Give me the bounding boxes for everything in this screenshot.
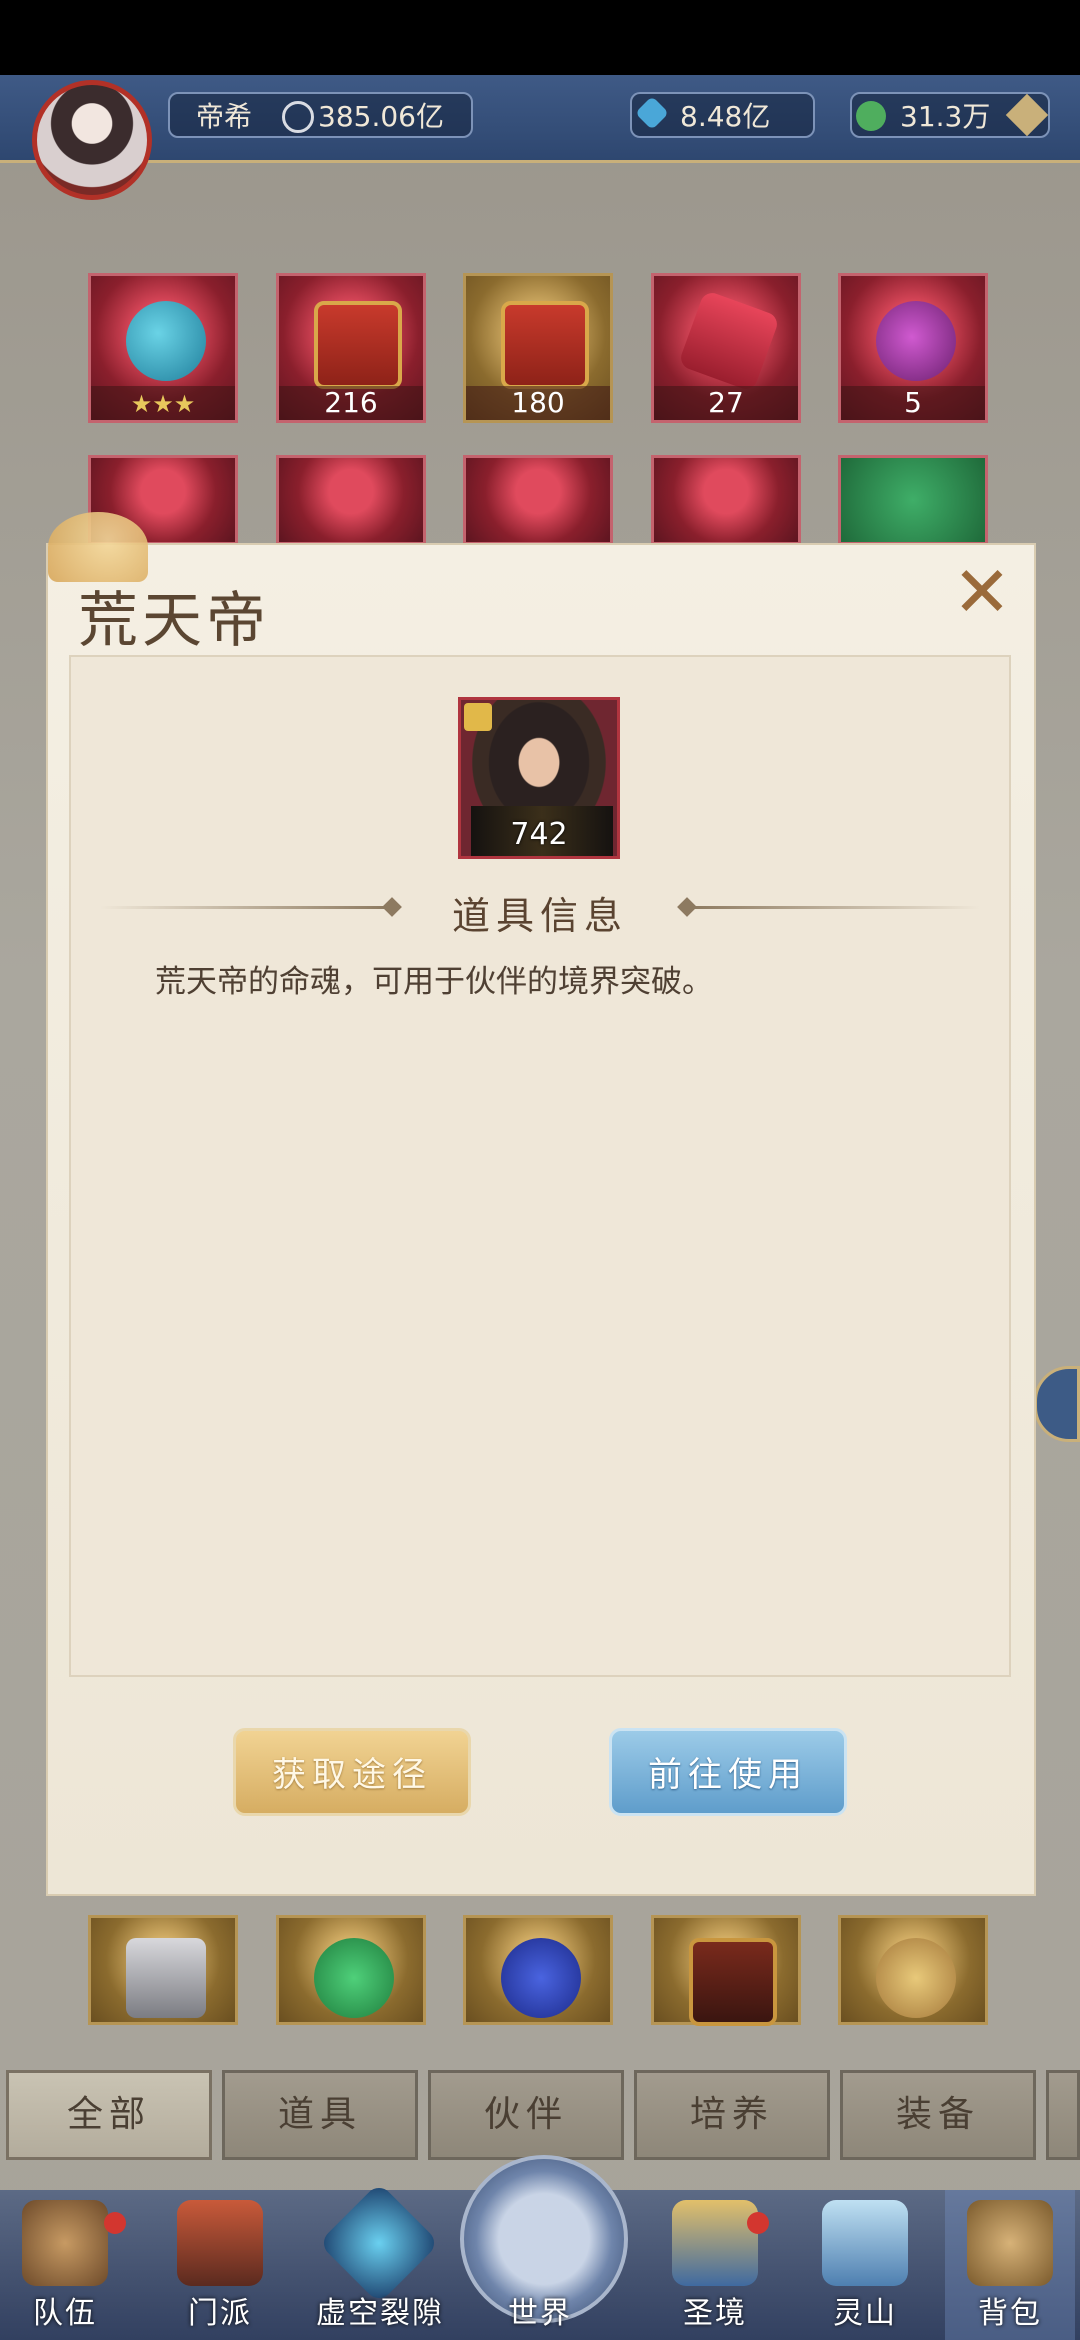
nav-world-label: 世界 bbox=[508, 2296, 572, 2331]
tab-more[interactable] bbox=[1046, 2070, 1080, 2160]
talisman-icon bbox=[677, 289, 781, 393]
blue-vase-icon bbox=[501, 1938, 581, 2018]
inventory-item[interactable] bbox=[276, 455, 426, 545]
inventory-item[interactable] bbox=[463, 1915, 613, 2025]
close-button[interactable]: ✕ bbox=[952, 557, 1012, 627]
item-count: 216 bbox=[279, 386, 423, 420]
divider-right bbox=[690, 906, 980, 909]
gem-pill[interactable]: 8.48亿 bbox=[630, 92, 815, 138]
coin-count: 31.3万 bbox=[900, 100, 991, 133]
tab-partners[interactable]: 伙伴 bbox=[428, 2070, 624, 2160]
item-count: 180 bbox=[466, 386, 610, 420]
chest-icon bbox=[314, 301, 402, 389]
tab-items[interactable]: 道具 bbox=[222, 2070, 418, 2160]
inventory-item[interactable]: 27 bbox=[651, 273, 801, 423]
power-value: 385.06亿 bbox=[318, 100, 444, 133]
sect-temple-icon bbox=[177, 2200, 263, 2286]
tab-cultivation[interactable]: 培养 bbox=[634, 2070, 830, 2160]
mountain-icon bbox=[822, 2200, 908, 2286]
gourd-icon bbox=[126, 301, 206, 381]
add-coin-icon[interactable] bbox=[1005, 93, 1049, 137]
go-use-button[interactable]: 前往使用 bbox=[609, 1728, 847, 1816]
nav-team-label: 队伍 bbox=[33, 2296, 97, 2331]
inventory-item[interactable]: ★★★ bbox=[88, 273, 238, 423]
notification-dot bbox=[747, 2212, 769, 2234]
power-icon bbox=[282, 101, 314, 133]
nav-spirit-mountain[interactable]: 灵山 bbox=[800, 2190, 930, 2340]
team-icon bbox=[22, 2200, 108, 2286]
rift-icon bbox=[318, 2182, 440, 2304]
inventory-item[interactable] bbox=[838, 455, 988, 545]
item-count: 27 bbox=[654, 386, 798, 420]
inventory-item[interactable] bbox=[88, 1915, 238, 2025]
nav-backpack-label: 背包 bbox=[978, 2296, 1042, 2331]
gem-icon bbox=[635, 96, 669, 130]
item-count: 5 bbox=[841, 386, 985, 420]
nav-void-rift-label: 虚空裂隙 bbox=[316, 2296, 444, 2331]
player-avatar[interactable] bbox=[32, 80, 152, 200]
tab-all[interactable]: 全部 bbox=[6, 2070, 212, 2160]
nav-backpack[interactable]: 背包 bbox=[945, 2190, 1075, 2340]
section-title: 道具信息 bbox=[451, 894, 628, 938]
ore-icon bbox=[126, 1938, 206, 2018]
backpack-icon bbox=[967, 2200, 1053, 2286]
dialog-title: 荒天帝 bbox=[78, 586, 270, 656]
status-bar bbox=[0, 0, 1080, 75]
coin-icon bbox=[856, 101, 886, 131]
tab-equipment[interactable]: 装备 bbox=[840, 2070, 1036, 2160]
nav-sect-label: 门派 bbox=[188, 2296, 252, 2331]
gem-count: 8.48亿 bbox=[680, 100, 771, 133]
pagoda-icon bbox=[672, 2200, 758, 2286]
inventory-item[interactable]: 216 bbox=[276, 273, 426, 423]
acquire-source-button[interactable]: 获取途径 bbox=[233, 1728, 471, 1816]
chest-icon bbox=[501, 301, 589, 389]
player-info-pill[interactable]: 帝希 385.06亿 bbox=[168, 92, 473, 138]
item-description: 荒天帝的命魂，可用于伙伴的境界突破。 bbox=[155, 964, 713, 1000]
nav-sect[interactable]: 门派 bbox=[155, 2190, 285, 2340]
treasure-chest-icon bbox=[689, 1938, 777, 2026]
inventory-item[interactable]: 180 bbox=[463, 273, 613, 423]
feather-icon bbox=[876, 1938, 956, 2018]
coin-pill[interactable]: 31.3万 bbox=[850, 92, 1050, 138]
inventory-item[interactable]: 5 bbox=[838, 273, 988, 423]
inventory-item[interactable] bbox=[463, 455, 613, 545]
nav-holy-realm-label: 圣境 bbox=[683, 2296, 747, 2331]
orb-icon bbox=[876, 301, 956, 381]
inventory-item[interactable] bbox=[276, 1915, 426, 2025]
nav-spirit-mountain-label: 灵山 bbox=[833, 2296, 897, 2331]
inventory-item[interactable] bbox=[838, 1915, 988, 2025]
item-stars: ★★★ bbox=[91, 386, 235, 420]
inventory-item[interactable] bbox=[651, 1915, 801, 2026]
player-name: 帝希 bbox=[196, 100, 253, 133]
nav-world[interactable]: 世界 bbox=[475, 2190, 605, 2340]
notification-dot bbox=[104, 2212, 126, 2234]
item-owned-count: 742 bbox=[510, 817, 568, 852]
fragment-icon bbox=[464, 703, 492, 731]
green-vase-icon bbox=[314, 1938, 394, 2018]
inventory-item[interactable] bbox=[651, 455, 801, 545]
nav-void-rift[interactable]: 虚空裂隙 bbox=[300, 2182, 460, 2340]
